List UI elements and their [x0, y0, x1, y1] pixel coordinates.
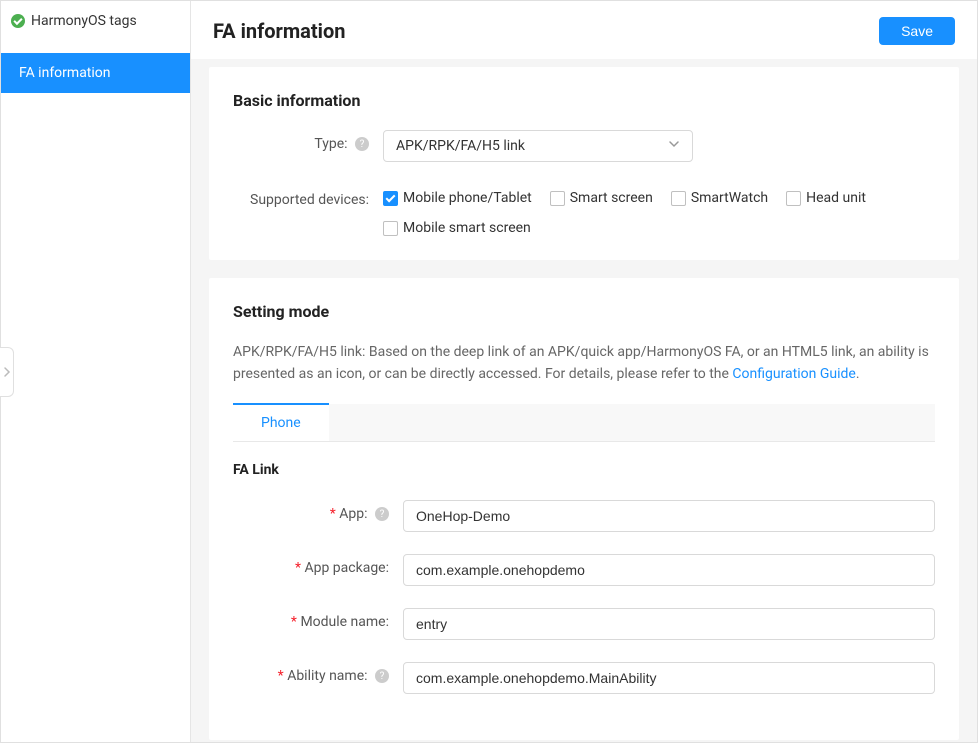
help-icon[interactable]: ?: [375, 669, 389, 683]
app-label: App: ?: [233, 500, 403, 522]
checkbox-label: Head unit: [806, 190, 866, 206]
checkbox-head-unit[interactable]: Head unit: [786, 190, 866, 206]
main-content: FA information Save Basic information Ty…: [191, 1, 977, 742]
package-row: App package:: [233, 554, 935, 586]
devices-checkbox-group: Mobile phone/Tablet Smart screen SmartWa…: [383, 186, 935, 236]
ability-row: Ability name: ?: [233, 662, 935, 694]
sidebar-collapse-handle[interactable]: [0, 347, 14, 397]
type-label: Type: ?: [233, 130, 383, 152]
sidebar-item-label: FA information: [19, 65, 111, 81]
configuration-guide-link[interactable]: Configuration Guide: [732, 366, 855, 382]
setting-mode-description: APK/RPK/FA/H5 link: Based on the deep li…: [233, 341, 935, 386]
ability-label: Ability name: ?: [233, 662, 403, 684]
checkbox-smart-screen[interactable]: Smart screen: [550, 190, 653, 206]
checkbox-icon: [786, 191, 801, 206]
help-icon[interactable]: ?: [355, 137, 369, 151]
module-row: Module name:: [233, 608, 935, 640]
type-select-value: APK/RPK/FA/H5 link: [396, 138, 525, 154]
checkbox-label: Mobile phone/Tablet: [403, 190, 532, 206]
checkbox-smartwatch[interactable]: SmartWatch: [671, 190, 768, 206]
chevron-down-icon: [668, 138, 680, 154]
checkbox-label: Smart screen: [570, 190, 653, 206]
fa-link-title: FA Link: [233, 462, 935, 478]
package-label: App package:: [233, 554, 403, 576]
basic-information-card: Basic information Type: ? APK/RPK/FA/H5 …: [209, 67, 959, 260]
module-label: Module name:: [233, 608, 403, 630]
tab-phone[interactable]: Phone: [233, 403, 329, 441]
checkbox-mobile-smart-screen[interactable]: Mobile smart screen: [383, 220, 531, 236]
sidebar-header: HarmonyOS tags: [1, 1, 190, 41]
checkbox-label: Mobile smart screen: [403, 220, 531, 236]
device-tabs: Phone: [233, 404, 935, 442]
app-input[interactable]: [403, 500, 935, 532]
chevron-right-icon: [3, 366, 11, 378]
checkbox-label: SmartWatch: [691, 190, 768, 206]
check-circle-icon: [11, 14, 25, 28]
page-title: FA information: [213, 19, 345, 43]
save-button[interactable]: Save: [879, 17, 955, 45]
app-row: App: ?: [233, 500, 935, 532]
checkbox-icon: [550, 191, 565, 206]
type-row: Type: ? APK/RPK/FA/H5 link: [233, 130, 935, 162]
help-icon[interactable]: ?: [375, 507, 389, 521]
package-input[interactable]: [403, 554, 935, 586]
devices-row: Supported devices: Mobile phone/Tablet S…: [233, 186, 935, 236]
fa-link-section: FA Link App: ? App package:: [233, 462, 935, 694]
checkbox-icon: [671, 191, 686, 206]
setting-mode-title: Setting mode: [233, 302, 935, 321]
checkbox-icon: [383, 221, 398, 236]
ability-input[interactable]: [403, 662, 935, 694]
checkbox-icon: [383, 191, 398, 206]
checkbox-mobile-tablet[interactable]: Mobile phone/Tablet: [383, 190, 532, 206]
type-select[interactable]: APK/RPK/FA/H5 link: [383, 130, 693, 162]
devices-label: Supported devices:: [233, 186, 383, 208]
sidebar-header-text: HarmonyOS tags: [31, 13, 137, 29]
basic-info-title: Basic information: [233, 91, 935, 110]
sidebar: HarmonyOS tags FA information: [1, 1, 191, 742]
setting-mode-card: Setting mode APK/RPK/FA/H5 link: Based o…: [209, 278, 959, 740]
sidebar-item-fa-information[interactable]: FA information: [1, 53, 190, 93]
module-input[interactable]: [403, 608, 935, 640]
page-header: FA information Save: [191, 1, 977, 59]
